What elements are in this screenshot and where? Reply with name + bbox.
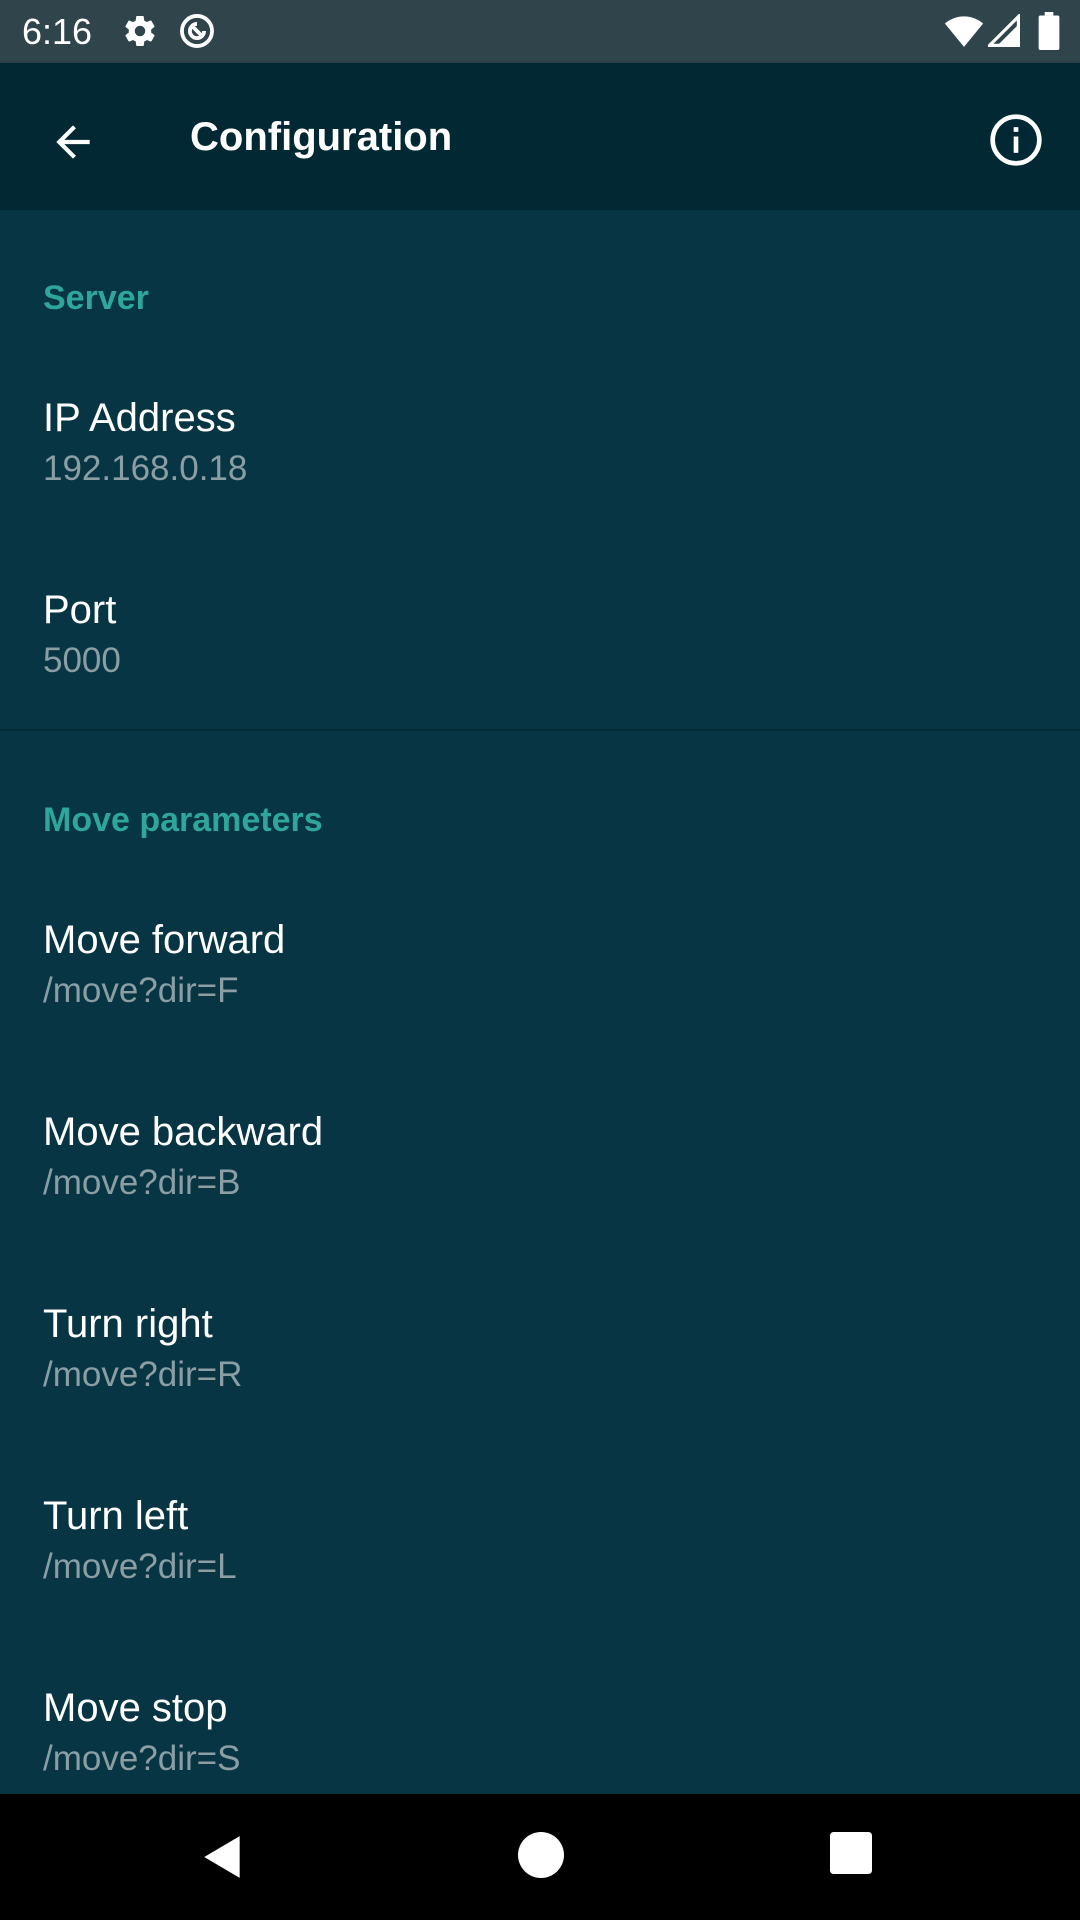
pref-move-forward[interactable]: Move forward /move?dir=F [0, 914, 1080, 1106]
pref-summary: /move?dir=R [43, 1355, 243, 1394]
signal-icon [988, 14, 1020, 47]
gear-icon [125, 16, 155, 47]
pref-summary: /move?dir=F [43, 971, 239, 1010]
preferences-list: Server IP Address 192.168.0.18 Port 5000… [0, 210, 1080, 1794]
dnd-icon [180, 14, 214, 48]
nav-back-icon[interactable] [198, 1832, 248, 1882]
pref-summary: /move?dir=L [43, 1547, 237, 1586]
battery-icon [1038, 12, 1060, 50]
nav-home-icon[interactable] [518, 1832, 564, 1878]
back-button[interactable] [34, 103, 112, 181]
pref-title: Move stop [43, 1686, 228, 1730]
pref-move-backward[interactable]: Move backward /move?dir=B [0, 1106, 1080, 1298]
pref-move-stop[interactable]: Move stop /move?dir=S [0, 1682, 1080, 1794]
pref-summary: 192.168.0.18 [43, 449, 248, 488]
pref-title: Move forward [43, 918, 286, 962]
page-title: Configuration [190, 115, 453, 159]
section-header-server: Server [43, 279, 149, 317]
section-header-move-parameters: Move parameters [43, 801, 323, 839]
wifi-icon [944, 16, 984, 47]
pref-summary: 5000 [43, 641, 121, 680]
info-icon [990, 114, 1042, 166]
pref-title: IP Address [43, 396, 236, 440]
pref-title: Turn left [43, 1494, 189, 1538]
pref-summary: /move?dir=S [43, 1739, 241, 1778]
pref-title: Port [43, 588, 117, 632]
pref-title: Turn right [43, 1302, 213, 1346]
info-button[interactable] [976, 100, 1056, 180]
section-divider [0, 729, 1080, 731]
pref-turn-left[interactable]: Turn left /move?dir=L [0, 1490, 1080, 1682]
app-bar: Configuration [0, 63, 1080, 210]
pref-turn-right[interactable]: Turn right /move?dir=R [0, 1298, 1080, 1490]
navigation-bar [0, 1794, 1080, 1920]
nav-recents-icon[interactable] [830, 1832, 872, 1874]
pref-ip-address[interactable]: IP Address 192.168.0.18 [0, 392, 1080, 584]
pref-port[interactable]: Port 5000 [0, 584, 1080, 776]
status-time: 6:16 [22, 11, 93, 52]
status-bar: 6:16 [0, 0, 1080, 63]
arrow-back-icon [56, 125, 90, 159]
pref-title: Move backward [43, 1110, 324, 1154]
pref-summary: /move?dir=B [43, 1163, 241, 1202]
